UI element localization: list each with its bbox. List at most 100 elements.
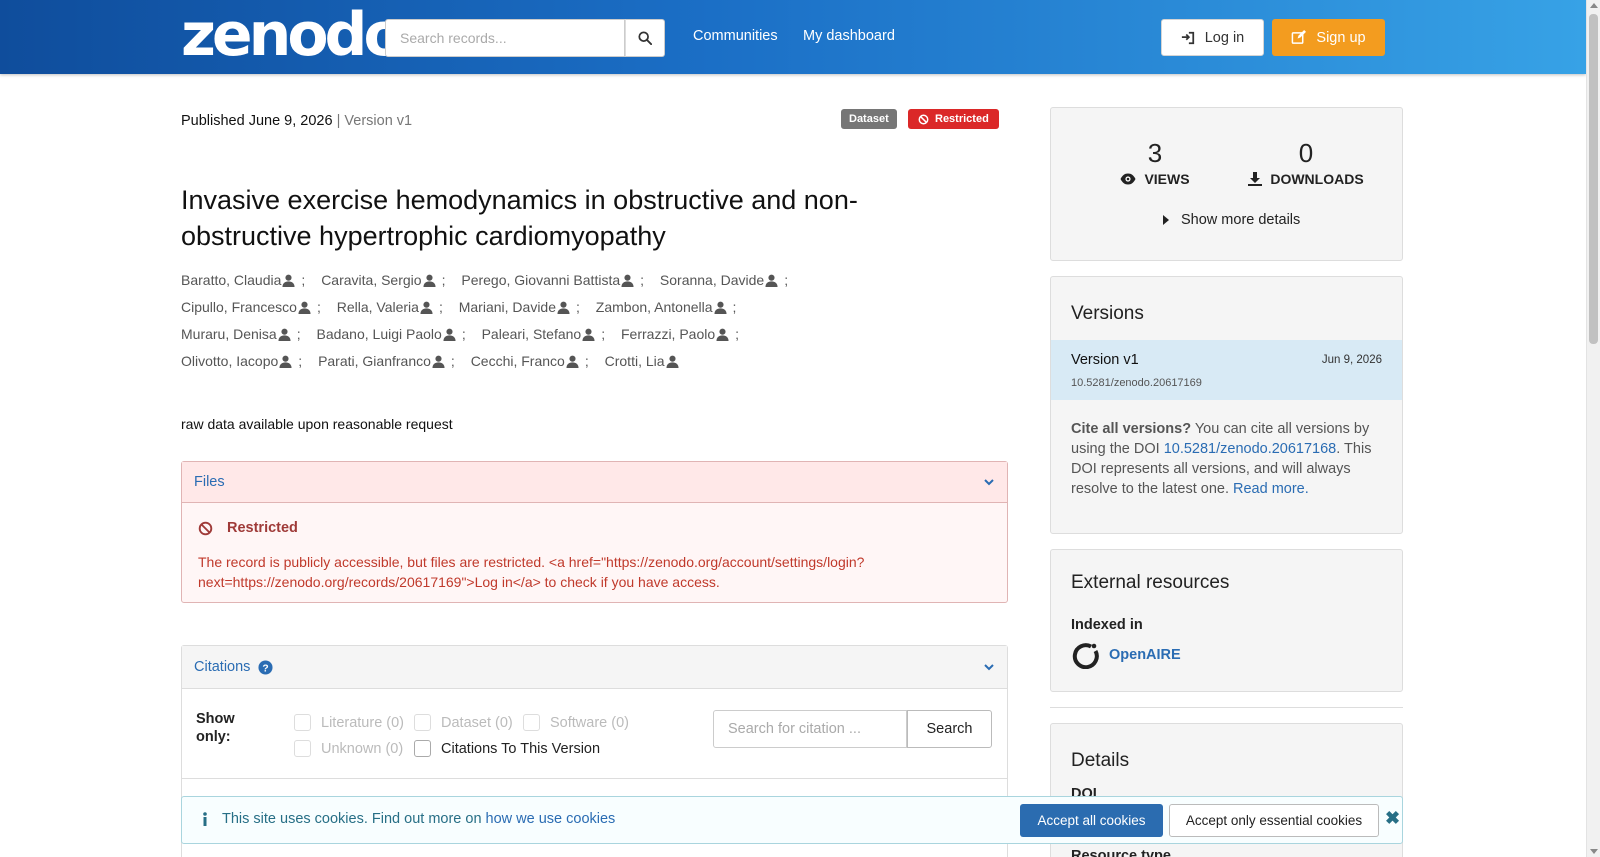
download-icon xyxy=(1248,172,1263,186)
author[interactable]: Paleari, Stefano xyxy=(482,324,596,346)
search-button[interactable] xyxy=(625,19,665,57)
openaire-logo-icon xyxy=(1072,643,1099,669)
citations-header-label: Citations xyxy=(194,659,251,675)
person-icon xyxy=(432,353,445,373)
show-only-label: Show only: xyxy=(196,711,235,745)
citations-accordion-header[interactable]: Citations ? xyxy=(182,646,1007,689)
filter-dataset[interactable]: Dataset (0) xyxy=(414,714,513,731)
external-resources-card: External resources Indexed in OpenAIRE xyxy=(1050,549,1403,692)
top-navbar: zenodo Communities My dashboard Log in S… xyxy=(0,0,1586,74)
help-icon: ? xyxy=(258,659,273,675)
author[interactable]: Crotti, Lia xyxy=(605,351,679,373)
checkbox[interactable] xyxy=(414,740,431,757)
person-icon xyxy=(298,299,311,319)
person-icon xyxy=(278,326,291,346)
author[interactable]: Soranna, Davide xyxy=(660,270,778,292)
search-input[interactable] xyxy=(385,19,625,57)
cookie-banner: This site uses cookies. Find out more on… xyxy=(181,796,1403,844)
chevron-down-icon xyxy=(984,664,994,671)
scroll-thumb[interactable] xyxy=(1589,14,1598,344)
checkbox[interactable] xyxy=(294,714,311,731)
files-panel: Files Restricted The record is publicly … xyxy=(181,461,1008,603)
files-accordion-header[interactable]: Files xyxy=(182,462,1007,503)
info-icon xyxy=(203,812,207,826)
ban-icon xyxy=(918,114,929,124)
access-badge: Restricted xyxy=(908,109,999,129)
author[interactable]: Muraru, Denisa xyxy=(181,324,291,346)
nav-my-dashboard[interactable]: My dashboard xyxy=(803,28,895,44)
cookie-message: This site uses cookies. Find out more on… xyxy=(202,811,615,827)
person-icon xyxy=(666,353,679,373)
version-item[interactable]: Version v1 Jun 9, 2026 10.5281/zenodo.20… xyxy=(1051,340,1402,400)
views-stat: 3 VIEWS xyxy=(1115,138,1195,187)
sign-in-icon xyxy=(1181,31,1194,44)
page-scrollbar[interactable] xyxy=(1586,0,1600,857)
cookie-policy-link[interactable]: how we use cookies xyxy=(486,811,616,827)
scroll-down-arrow[interactable] xyxy=(1590,849,1598,854)
eye-icon xyxy=(1120,173,1136,185)
person-icon xyxy=(765,272,778,292)
stats-card: 3 VIEWS 0 DOWNLOADS Show more details xyxy=(1050,107,1403,261)
checkbox[interactable] xyxy=(414,714,431,731)
author[interactable]: Cipullo, Francesco xyxy=(181,297,311,319)
checkbox[interactable] xyxy=(523,714,540,731)
person-icon xyxy=(423,272,436,292)
author-line: Cipullo, Francesco; Rella, Valeria; Mari… xyxy=(181,297,981,324)
restricted-notice-title: Restricted xyxy=(198,520,298,536)
external-resources-title: External resources xyxy=(1071,572,1230,593)
author-line: Olivotto, Iacopo; Parati, Gianfranco; Ce… xyxy=(181,351,981,378)
author[interactable]: Ferrazzi, Paolo xyxy=(621,324,729,346)
person-icon xyxy=(420,299,433,319)
author[interactable]: Mariani, Davide xyxy=(459,297,570,319)
person-icon xyxy=(279,353,292,373)
filter-literature[interactable]: Literature (0) xyxy=(294,714,404,731)
checkbox[interactable] xyxy=(294,740,311,757)
filter-software[interactable]: Software (0) xyxy=(523,714,629,731)
read-more-link[interactable]: Read more. xyxy=(1233,481,1309,497)
person-icon xyxy=(566,353,579,373)
citation-search-button[interactable]: Search xyxy=(907,710,992,748)
author[interactable]: Badano, Luigi Paolo xyxy=(316,324,456,346)
versions-title: Versions xyxy=(1071,303,1144,324)
resource-type-badge: Dataset xyxy=(841,109,897,129)
author[interactable]: Zambon, Antonella xyxy=(596,297,727,319)
accept-all-cookies-button[interactable]: Accept all cookies xyxy=(1020,804,1163,837)
zenodo-logo[interactable]: zenodo xyxy=(181,5,405,65)
close-icon[interactable]: ✖ xyxy=(1385,808,1400,829)
author[interactable]: Rella, Valeria xyxy=(337,297,433,319)
svg-text:?: ? xyxy=(263,663,269,674)
openaire-link[interactable]: OpenAIRE xyxy=(1071,641,1181,669)
caret-right-icon xyxy=(1163,215,1169,225)
concept-doi-link[interactable]: 10.5281/zenodo.20617168 xyxy=(1164,441,1337,457)
author[interactable]: Caravita, Sergio xyxy=(321,270,436,292)
accept-essential-cookies-button[interactable]: Accept only essential cookies xyxy=(1169,804,1379,837)
author[interactable]: Cecchi, Franco xyxy=(471,351,579,373)
record-description: raw data available upon reasonable reque… xyxy=(181,416,453,432)
scroll-up-arrow[interactable] xyxy=(1590,3,1598,8)
author[interactable]: Parati, Gianfranco xyxy=(318,351,445,373)
version-doi: 10.5281/zenodo.20617169 xyxy=(1071,377,1202,389)
author[interactable]: Perego, Giovanni Battista xyxy=(461,270,634,292)
downloads-stat: 0 DOWNLOADS xyxy=(1246,138,1366,187)
author[interactable]: Baratto, Claudia xyxy=(181,270,295,292)
author[interactable]: Olivotto, Iacopo xyxy=(181,351,292,373)
search-bar xyxy=(385,19,665,57)
citation-search-input[interactable] xyxy=(713,710,907,748)
versions-card: Versions Version v1 Jun 9, 2026 10.5281/… xyxy=(1050,276,1403,534)
search-icon xyxy=(638,31,652,45)
authors-list: Baratto, Claudia; Caravita, Sergio; Pere… xyxy=(181,270,981,378)
version-name[interactable]: Version v1 xyxy=(1071,352,1139,368)
author-line: Muraru, Denisa; Badano, Luigi Paolo; Pal… xyxy=(181,324,981,351)
filter-unknown[interactable]: Unknown (0) xyxy=(294,740,403,757)
person-icon xyxy=(582,326,595,346)
filter-this-version[interactable]: Citations To This Version xyxy=(414,740,600,757)
nav-communities[interactable]: Communities xyxy=(693,28,778,44)
show-more-details-toggle[interactable]: Show more details xyxy=(1163,212,1300,228)
login-button[interactable]: Log in xyxy=(1161,19,1264,56)
divider xyxy=(182,778,1007,779)
signup-button[interactable]: Sign up xyxy=(1272,19,1385,56)
indexed-in-label: Indexed in xyxy=(1071,617,1143,633)
ban-icon xyxy=(198,521,213,535)
cite-all-versions-text: Cite all versions? You can cite all vers… xyxy=(1071,421,1372,497)
person-icon xyxy=(713,299,727,319)
